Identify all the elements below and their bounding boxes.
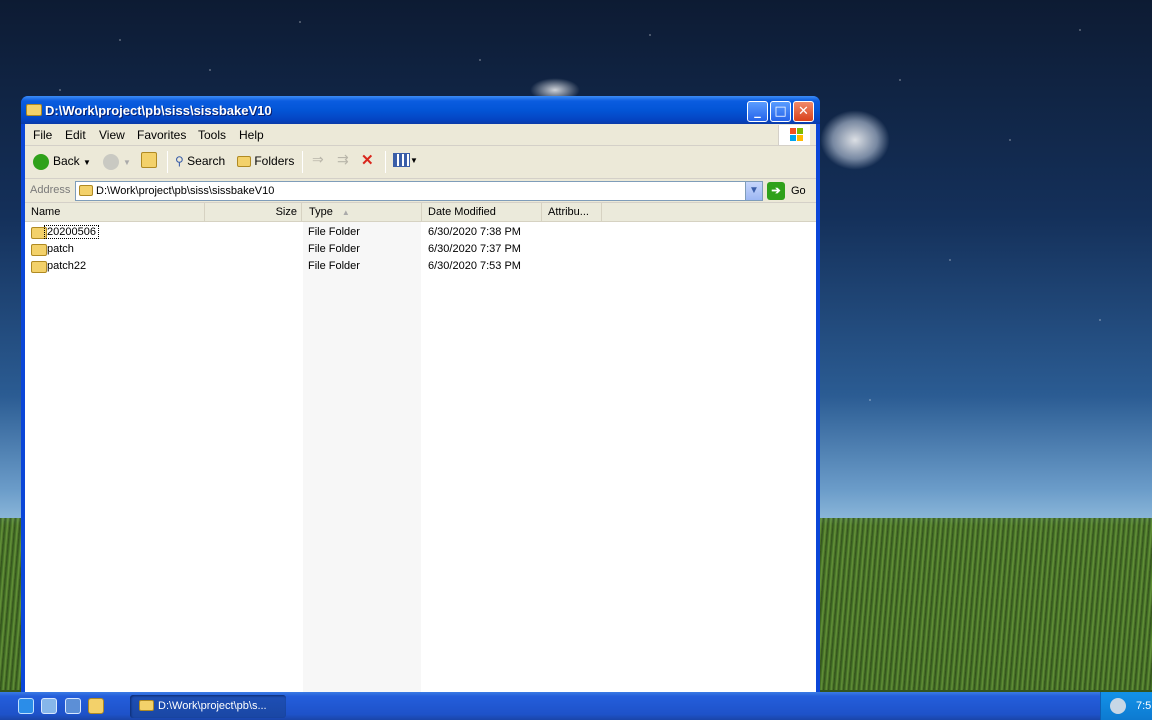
list-item[interactable]: patch File Folder 6/30/2020 7:37 PM bbox=[25, 241, 816, 258]
window-body: File Edit View Favorites Tools Help Back… bbox=[25, 124, 816, 692]
menu-bar: File Edit View Favorites Tools Help bbox=[25, 124, 816, 146]
toolbar-separator bbox=[385, 151, 386, 173]
file-date: 6/30/2020 7:53 PM bbox=[428, 260, 521, 272]
menu-favorites[interactable]: Favorites bbox=[137, 128, 186, 142]
search-button[interactable]: ⚲ Search bbox=[175, 154, 225, 168]
taskbar: D:\Work\project\pb\s... 7:5 bbox=[0, 692, 1152, 720]
menu-help[interactable]: Help bbox=[239, 128, 264, 142]
address-input[interactable]: D:\Work\project\pb\siss\sissbakeV10 ▼ bbox=[75, 181, 763, 201]
up-button[interactable] bbox=[141, 152, 157, 171]
file-name[interactable]: 20200506 bbox=[44, 225, 99, 239]
folders-icon bbox=[237, 156, 251, 168]
maximize-button[interactable]: □ bbox=[770, 101, 791, 122]
address-label: Address bbox=[30, 184, 71, 196]
go-button[interactable]: ➔ Go bbox=[767, 181, 813, 201]
views-icon bbox=[393, 152, 410, 167]
title-bar[interactable]: D:\Work\project\pb\siss\sissbakeV10 _ □ … bbox=[21, 96, 820, 124]
back-button[interactable]: Back ▼ bbox=[33, 154, 91, 170]
search-icon: ⚲ bbox=[175, 154, 184, 168]
column-attributes[interactable]: Attribu... bbox=[542, 203, 602, 222]
show-desktop-icon[interactable] bbox=[41, 698, 57, 714]
folder-icon bbox=[31, 261, 47, 273]
file-date: 6/30/2020 7:37 PM bbox=[428, 243, 521, 255]
internet-explorer-icon[interactable] bbox=[18, 698, 34, 714]
delete-icon[interactable]: ✕ bbox=[361, 151, 374, 169]
close-button[interactable]: ✕ bbox=[793, 101, 814, 122]
explorer-window: D:\Work\project\pb\siss\sissbakeV10 _ □ … bbox=[21, 96, 820, 692]
desktop-cloud bbox=[820, 110, 890, 170]
taskbar-explorer-button[interactable]: D:\Work\project\pb\s... bbox=[130, 695, 286, 718]
file-name[interactable]: patch bbox=[47, 243, 74, 255]
file-name[interactable]: patch22 bbox=[47, 260, 86, 272]
copy-to-icon[interactable]: ⇉ bbox=[337, 151, 349, 168]
toolbar-separator bbox=[167, 151, 168, 173]
taskbar-explorer-label: D:\Work\project\pb\s... bbox=[158, 700, 267, 712]
menu-file[interactable]: File bbox=[33, 128, 52, 142]
column-name[interactable]: Name bbox=[25, 203, 205, 222]
back-label: Back bbox=[53, 154, 80, 169]
folder-icon bbox=[139, 700, 154, 711]
file-type: File Folder bbox=[308, 226, 360, 238]
menu-tools[interactable]: Tools bbox=[198, 128, 226, 142]
list-item[interactable]: 20200506 File Folder 6/30/2020 7:38 PM bbox=[25, 224, 816, 241]
forward-arrow-icon bbox=[103, 154, 119, 170]
column-type-label: Type bbox=[309, 206, 333, 218]
media-player-icon[interactable] bbox=[65, 698, 81, 714]
column-date-modified[interactable]: Date Modified bbox=[422, 203, 542, 222]
folder-icon bbox=[26, 104, 42, 116]
sort-ascending-icon: ▲ bbox=[341, 208, 350, 217]
windows-flag-icon bbox=[778, 125, 810, 145]
go-arrow-icon: ➔ bbox=[767, 182, 785, 200]
views-button[interactable]: ▼ bbox=[393, 152, 418, 167]
folder-icon bbox=[79, 185, 93, 196]
up-folder-icon bbox=[141, 152, 157, 168]
column-size[interactable]: Size bbox=[205, 203, 302, 222]
file-type: File Folder bbox=[308, 260, 360, 272]
toolbar: Back ▼ ▼ ⚲ Search Folders ⇒ ⇉ ✕ ▼ bbox=[25, 146, 816, 179]
file-list[interactable]: Name Size Type ▲ Date Modified Attribu..… bbox=[25, 203, 816, 692]
folders-label: Folders bbox=[254, 154, 295, 168]
toolbar-separator bbox=[302, 151, 303, 173]
tray-icon[interactable] bbox=[1110, 698, 1126, 714]
back-arrow-icon bbox=[33, 154, 49, 170]
list-item[interactable]: patch22 File Folder 6/30/2020 7:53 PM bbox=[25, 258, 816, 275]
folders-button[interactable]: Folders bbox=[237, 154, 294, 168]
minimize-button[interactable]: _ bbox=[747, 101, 768, 122]
folder-icon bbox=[31, 244, 47, 256]
file-date: 6/30/2020 7:38 PM bbox=[428, 226, 521, 238]
search-label: Search bbox=[187, 154, 226, 168]
clock[interactable]: 7:5 bbox=[1136, 700, 1151, 712]
move-to-icon[interactable]: ⇒ bbox=[312, 151, 324, 168]
address-dropdown-icon[interactable]: ▼ bbox=[745, 182, 762, 200]
address-bar: Address D:\Work\project\pb\siss\sissbake… bbox=[25, 179, 816, 203]
column-header-row: Name Size Type ▲ Date Modified Attribu..… bbox=[25, 203, 816, 222]
go-label: Go bbox=[791, 185, 806, 197]
menu-view[interactable]: View bbox=[99, 128, 125, 142]
notepad-icon[interactable] bbox=[88, 698, 104, 714]
address-value: D:\Work\project\pb\siss\sissbakeV10 bbox=[96, 185, 275, 197]
system-tray: 7:5 bbox=[1100, 692, 1152, 720]
back-dropdown-icon[interactable]: ▼ bbox=[83, 158, 91, 167]
sorted-column-highlight bbox=[303, 222, 421, 692]
menu-edit[interactable]: Edit bbox=[65, 128, 86, 142]
file-type: File Folder bbox=[308, 243, 360, 255]
column-type[interactable]: Type ▲ bbox=[303, 203, 422, 222]
window-title: D:\Work\project\pb\siss\sissbakeV10 bbox=[45, 103, 272, 118]
forward-button[interactable]: ▼ bbox=[103, 154, 131, 170]
